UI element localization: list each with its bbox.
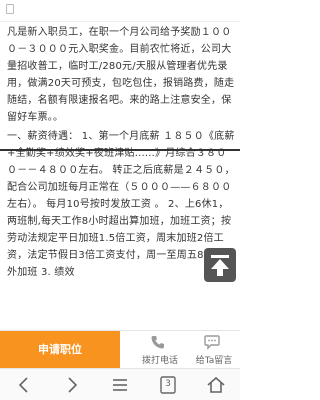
chat-icon	[204, 335, 220, 350]
home-button[interactable]	[196, 373, 236, 397]
status-icon	[6, 4, 14, 14]
article-paragraph: 一、薪资待遇： 1、第一个月底薪 １８５０《底薪+全勤奖+绩效奖+夜班津贴...…	[7, 131, 235, 278]
tab-count: 3	[165, 379, 171, 389]
article-paragraph: 凡是新入职员工，在职一个月公司给予奖励１０００－３０００元入职奖金。目前农忙将近…	[7, 27, 235, 123]
back-to-top-button[interactable]	[204, 248, 236, 282]
action-bar: 申请职位 拨打电话 给Ta留言	[0, 330, 240, 369]
forward-icon	[68, 377, 78, 393]
home-icon	[207, 376, 225, 393]
menu-icon	[113, 379, 127, 391]
call-button[interactable]: 拨打电话	[136, 333, 184, 367]
back-to-top-icon	[211, 255, 229, 276]
forward-button[interactable]	[52, 373, 92, 397]
back-button[interactable]	[4, 373, 44, 397]
article-content: 凡是新入职员工，在职一个月公司给予奖励１０００－３０００元入职奖金。目前农忙将近…	[0, 22, 240, 330]
browser-nav-bar: 3	[0, 368, 240, 400]
menu-button[interactable]	[100, 373, 140, 397]
leave-message-button[interactable]: 给Ta留言	[188, 333, 240, 367]
back-icon	[18, 377, 28, 393]
call-label: 拨打电话	[141, 356, 178, 366]
tabs-button[interactable]: 3	[148, 373, 188, 397]
apply-job-button[interactable]: 申请职位	[0, 331, 120, 369]
phone-icon	[151, 336, 164, 349]
status-bar	[0, 0, 240, 22]
chat-label: 给Ta留言	[195, 356, 233, 366]
